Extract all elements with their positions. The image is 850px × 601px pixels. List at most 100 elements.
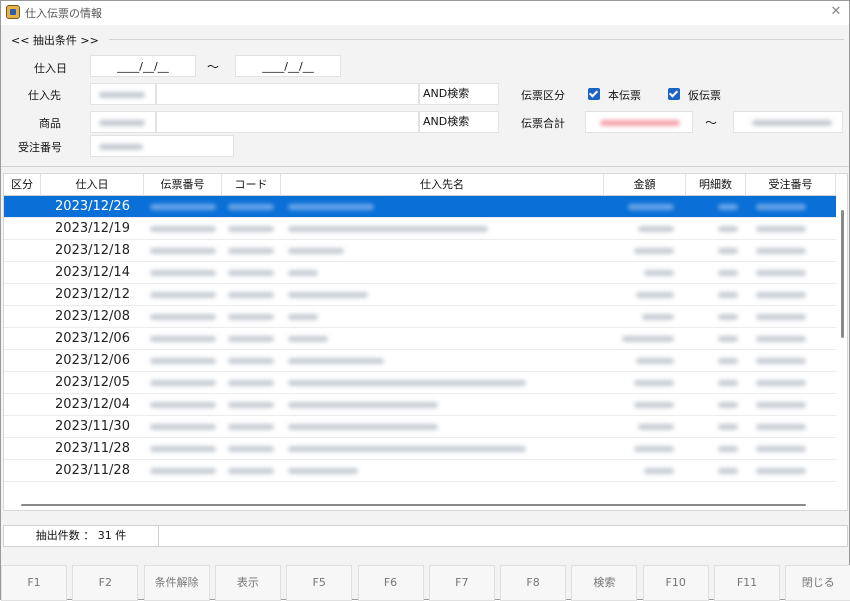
f6-button[interactable]: F6 bbox=[357, 565, 424, 601]
col-header-order-number[interactable]: 受注番号 bbox=[746, 174, 836, 196]
line-count-cell bbox=[718, 358, 738, 364]
supplier-code-input[interactable] bbox=[90, 83, 156, 105]
f5-button[interactable]: F5 bbox=[286, 565, 353, 601]
line-count-cell bbox=[718, 248, 738, 254]
code-cell bbox=[228, 248, 274, 254]
amount-cell bbox=[634, 380, 674, 386]
supplier-name-cell bbox=[288, 446, 526, 452]
table-row[interactable]: 2023/12/04 bbox=[4, 394, 836, 416]
code-cell bbox=[228, 292, 274, 298]
purchase-date-cell: 2023/11/28 bbox=[55, 463, 130, 478]
product-code-input[interactable] bbox=[90, 111, 156, 133]
col-header-code[interactable]: コード bbox=[222, 174, 281, 196]
col-header-category[interactable]: 区分 bbox=[4, 174, 41, 196]
f7-button[interactable]: F7 bbox=[428, 565, 495, 601]
purchase-date-cell: 2023/11/30 bbox=[55, 419, 130, 434]
slip-number-cell bbox=[150, 226, 216, 232]
amount-cell bbox=[644, 270, 674, 276]
product-name-input[interactable] bbox=[156, 111, 419, 133]
function-key-bar: F1 F2 条件解除 表示 F5 F6 F7 F8 検索 F10 F11 閉じる bbox=[1, 561, 850, 601]
date-to-input[interactable]: ____/__/__ bbox=[235, 55, 341, 77]
table-row[interactable]: 2023/12/12 bbox=[4, 284, 836, 306]
close-icon[interactable]: ✕ bbox=[827, 3, 845, 21]
slip-number-cell bbox=[150, 292, 216, 298]
clear-conditions-button[interactable]: 条件解除 bbox=[143, 565, 210, 601]
amount-cell bbox=[636, 358, 674, 364]
supplier-name-input[interactable] bbox=[156, 83, 419, 105]
slip-number-cell bbox=[150, 204, 216, 210]
product-and-search-button[interactable]: AND検索 bbox=[419, 111, 499, 133]
product-label: 商品 bbox=[39, 117, 61, 130]
supplier-name-cell bbox=[288, 248, 344, 254]
line-count-cell bbox=[718, 402, 738, 408]
col-header-purchase-date[interactable]: 仕入日 bbox=[41, 174, 144, 196]
supplier-name-cell bbox=[288, 424, 438, 430]
slip-number-cell bbox=[150, 402, 216, 408]
col-header-slip-number[interactable]: 伝票番号 bbox=[144, 174, 222, 196]
purchase-date-label: 仕入日 bbox=[34, 62, 67, 75]
order-number-cell bbox=[756, 204, 806, 210]
table-row[interactable]: 2023/12/26 bbox=[4, 196, 836, 218]
amount-cell bbox=[634, 402, 674, 408]
order-number-cell bbox=[756, 424, 806, 430]
slip-number-cell bbox=[150, 270, 216, 276]
f1-button[interactable]: F1 bbox=[1, 565, 67, 601]
display-button[interactable]: 表示 bbox=[214, 565, 281, 601]
line-count-cell bbox=[718, 292, 738, 298]
amount-cell bbox=[642, 314, 674, 320]
f10-button[interactable]: F10 bbox=[642, 565, 709, 601]
order-number-cell bbox=[756, 468, 806, 474]
table-row[interactable]: 2023/12/14 bbox=[4, 262, 836, 284]
table-row[interactable]: 2023/11/28 bbox=[4, 460, 836, 482]
col-header-amount[interactable]: 金額 bbox=[604, 174, 686, 196]
order-number-cell bbox=[756, 226, 806, 232]
supplier-and-search-button[interactable]: AND検索 bbox=[419, 83, 499, 105]
purchase-date-cell: 2023/12/19 bbox=[55, 221, 130, 236]
conditions-header: << 抽出条件 >> bbox=[11, 34, 99, 47]
search-conditions: << 抽出条件 >> 仕入日 ____/__/__ ～ ____/__/__ 仕… bbox=[1, 25, 849, 167]
table-row[interactable]: 2023/11/30 bbox=[4, 416, 836, 438]
slip-total-to-input[interactable] bbox=[733, 111, 843, 133]
slip-number-cell bbox=[150, 446, 216, 452]
search-button[interactable]: 検索 bbox=[571, 565, 638, 601]
order-number-input[interactable] bbox=[90, 135, 234, 157]
table-row[interactable]: 2023/12/06 bbox=[4, 328, 836, 350]
table-row[interactable]: 2023/12/08 bbox=[4, 306, 836, 328]
status-bar: 抽出件数 ： 31 件 bbox=[3, 525, 848, 547]
table-row[interactable]: 2023/12/19 bbox=[4, 218, 836, 240]
table-row[interactable]: 2023/12/06 bbox=[4, 350, 836, 372]
supplier-name-cell bbox=[288, 468, 358, 474]
col-header-supplier-name[interactable]: 仕入先名 bbox=[281, 174, 604, 196]
slip-main-checkbox[interactable] bbox=[588, 88, 600, 100]
table-row[interactable]: 2023/12/05 bbox=[4, 372, 836, 394]
slip-number-cell bbox=[150, 314, 216, 320]
app-icon bbox=[6, 5, 20, 19]
horizontal-scrollbar[interactable] bbox=[4, 500, 836, 510]
close-button[interactable]: 閉じる bbox=[785, 565, 850, 601]
horizontal-scroll-thumb[interactable] bbox=[21, 504, 806, 506]
table-row[interactable]: 2023/12/18 bbox=[4, 240, 836, 262]
table-row[interactable]: 2023/11/28 bbox=[4, 438, 836, 460]
amount-cell bbox=[638, 226, 674, 232]
supplier-name-cell bbox=[288, 314, 318, 320]
order-number-cell bbox=[756, 248, 806, 254]
f8-button[interactable]: F8 bbox=[500, 565, 567, 601]
slip-number-cell bbox=[150, 380, 216, 386]
code-cell bbox=[228, 226, 274, 232]
purchase-date-cell: 2023/12/06 bbox=[55, 353, 130, 368]
f2-button[interactable]: F2 bbox=[72, 565, 139, 601]
col-header-line-count[interactable]: 明細数 bbox=[686, 174, 746, 196]
slip-type-label: 伝票区分 bbox=[521, 89, 565, 102]
f11-button[interactable]: F11 bbox=[714, 565, 780, 601]
amount-cell bbox=[644, 468, 674, 474]
vertical-scrollbar[interactable] bbox=[838, 196, 847, 508]
date-from-input[interactable]: ____/__/__ bbox=[90, 55, 196, 77]
purchase-date-cell: 2023/12/05 bbox=[55, 375, 130, 390]
vertical-scroll-thumb[interactable] bbox=[841, 210, 844, 338]
line-count-cell bbox=[718, 424, 738, 430]
line-count-cell bbox=[718, 468, 738, 474]
slip-total-from-input[interactable] bbox=[585, 111, 693, 133]
line-count-cell bbox=[718, 226, 738, 232]
slip-temp-checkbox[interactable] bbox=[668, 88, 680, 100]
line-count-cell bbox=[718, 446, 738, 452]
